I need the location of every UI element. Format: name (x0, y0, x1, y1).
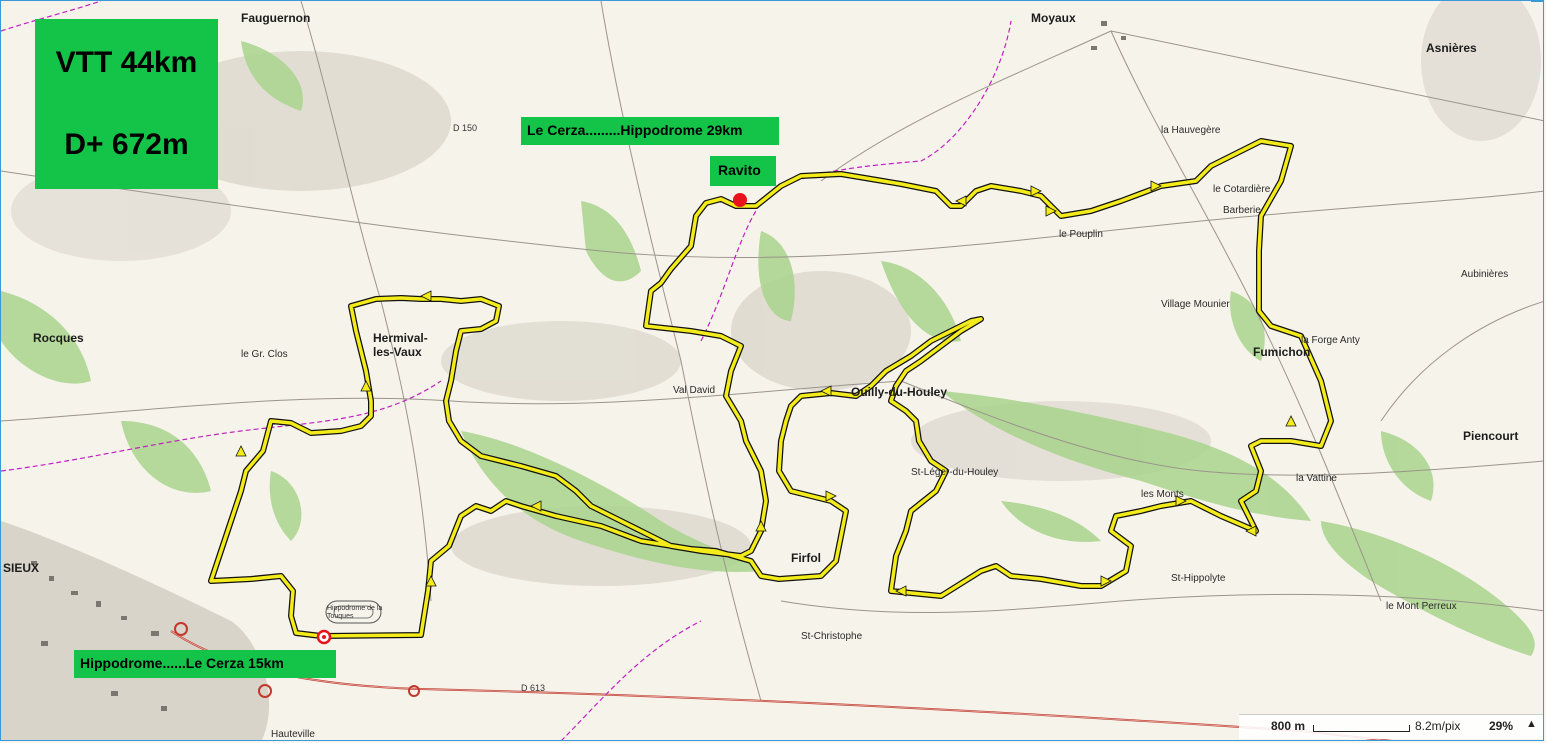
place-lieux: SIEUX (3, 561, 40, 575)
place-st-christophe: St-Christophe (801, 631, 863, 642)
place-le-gr-clos: le Gr. Clos (241, 349, 288, 360)
place-hippodrome-map: Hippodrome de la Touques (327, 605, 383, 620)
route-title-box: VTT 44km D+ 672m (35, 19, 218, 189)
place-st-hippolyte: St-Hippolyte (1171, 573, 1226, 584)
place-fumichon: Fumichon (1253, 345, 1311, 359)
place-hauteville: Hauteville (271, 729, 315, 740)
place-val-david: Val David (673, 385, 716, 396)
start-marker (316, 629, 332, 645)
road-label-d150: D 150 (453, 123, 478, 133)
place-moyaux: Moyaux (1031, 11, 1076, 25)
collapse-icon[interactable]: ▲ (1526, 718, 1537, 730)
place-firfol: Firfol (791, 551, 821, 565)
place-la-vattine: la Vattine (1296, 473, 1337, 484)
ravito-label: Ravito (710, 156, 776, 186)
route-elevation-title: D+ 672m (64, 128, 189, 161)
scale-ruler (1313, 725, 1410, 732)
route-distance-title: VTT 44km (55, 46, 198, 79)
scale-distance: 800 m (1271, 719, 1306, 733)
scale-resolution: 8.2m/pix (1415, 719, 1461, 733)
place-st-leger: St-Léger-du-Houley (911, 467, 999, 478)
place-les-monts: les Monts (1141, 489, 1184, 500)
zoom-level: 29% (1489, 719, 1514, 733)
place-hermival: Hermival-les-Vaux (373, 331, 428, 359)
place-ouilly: Ouilly-du-Houley (851, 385, 947, 399)
place-aubinieres: Aubinières (1461, 269, 1509, 280)
place-le-cotardiere: le Cotardière (1213, 184, 1271, 195)
route-label-bottom: Hippodrome......Le Cerza 15km (74, 650, 336, 678)
place-piencourt: Piencourt (1463, 429, 1519, 443)
place-la-forge-anty: la Forge Anty (1301, 335, 1360, 346)
route-label-top: Le Cerza.........Hippodrome 29km (521, 117, 779, 145)
place-la-hauvegere: la Hauvegère (1161, 125, 1221, 136)
ravito-marker (733, 193, 747, 207)
scale-bar: 800 m 8.2m/pix 29% ▲ (1239, 714, 1543, 739)
place-la-barberie: Barberie (1223, 205, 1261, 216)
place-le-pouplin: le Pouplin (1059, 229, 1103, 240)
place-fauguernon: Fauguernon (241, 11, 311, 25)
topo-map[interactable] (1, 1, 1544, 741)
road-label-d613: D 613 (521, 683, 546, 693)
place-village-mounier: Village Mounier (1161, 299, 1230, 310)
place-rocques: Rocques (33, 331, 84, 345)
place-le-mont-perreux: le Mont Perreux (1386, 601, 1457, 612)
place-asnieres: Asnières (1426, 41, 1477, 55)
map-frame[interactable]: Moyaux Fauguernon Asnières Rocques Hermi… (0, 0, 1544, 741)
